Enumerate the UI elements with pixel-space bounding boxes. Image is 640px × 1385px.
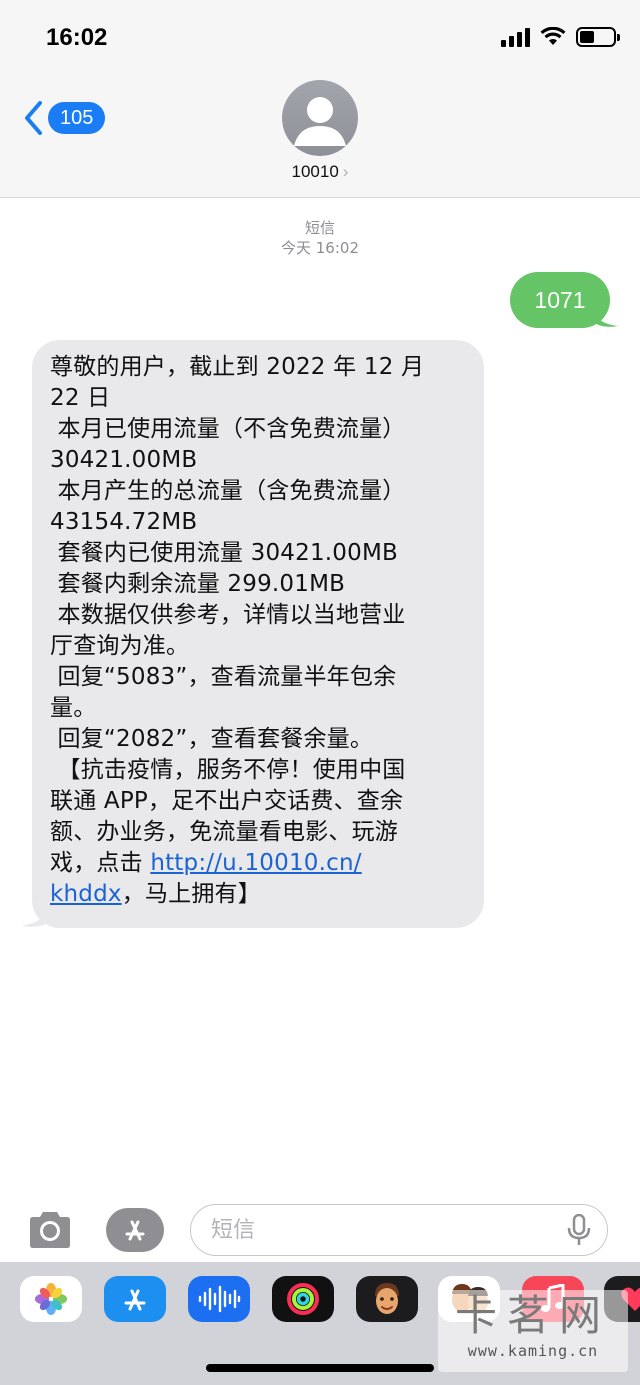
watermark: 卡茗网 www.kaming.cn (438, 1290, 628, 1372)
photos-app-icon[interactable] (20, 1276, 82, 1322)
activity-app-icon[interactable] (272, 1276, 334, 1322)
message-line: 戏，点击 http://u.10010.cn/ (50, 848, 470, 879)
message-line: 联通 APP，足不出户交话费、查余 (50, 788, 404, 814)
message-input[interactable] (190, 1204, 608, 1256)
camera-icon[interactable] (26, 1210, 74, 1250)
message-line: 本月产生的总流量（含免费流量） (50, 478, 406, 504)
message-line: 量。 (50, 695, 97, 721)
incoming-message-bubble[interactable]: 尊敬的用户，截止到 2022 年 12 月 22 日 本月已使用流量（不含免费流… (32, 340, 484, 928)
contact-avatar[interactable] (282, 80, 358, 156)
memoji-app-icon[interactable] (356, 1276, 418, 1322)
unread-count-badge: 105 (48, 102, 106, 134)
conversation-type-label: 短信 (304, 219, 335, 237)
message-line: 回复“2082”，查看套餐余量。 (50, 726, 374, 752)
unicom-app-link[interactable]: http://u.10010.cn/ (150, 850, 361, 876)
contact-name-button[interactable]: 10010 › (0, 162, 640, 182)
message-line: 43154.72MB (50, 509, 198, 535)
message-line: 额、办业务，免流量看电影、玩游 (50, 819, 398, 845)
conversation-timestamp: 今天 16:02 (281, 239, 359, 257)
message-line: 本数据仅供参考，详情以当地营业 (50, 602, 406, 628)
message-line: 22 日 (50, 385, 111, 411)
message-line: 【抗击疫情，服务不停！使用中国 (50, 757, 406, 783)
app-store-glyph-icon (124, 1289, 146, 1311)
message-line: khddx，马上拥有】 (50, 879, 470, 910)
outgoing-message-text: 1071 (534, 286, 586, 313)
photos-icon (35, 1283, 67, 1315)
outgoing-bubble-tail (592, 306, 618, 327)
chevron-left-icon (25, 101, 42, 135)
message-line: 套餐内剩余流量 299.01MB (50, 571, 346, 597)
wifi-icon (540, 27, 566, 45)
waveform-icon (198, 1285, 241, 1313)
app-store-button[interactable] (106, 1208, 164, 1252)
cellular-signal-icon (501, 27, 530, 47)
audio-message-app-icon[interactable] (188, 1276, 250, 1322)
memoji-face-icon (375, 1283, 399, 1314)
message-text: ，马上拥有】 (121, 881, 261, 907)
chevron-right-icon: › (342, 162, 349, 181)
battery-icon (576, 27, 620, 47)
message-line: 本月已使用流量（不含免费流量） (50, 416, 406, 442)
app-store-app-icon[interactable] (104, 1276, 166, 1322)
watermark-url: www.kaming.cn (467, 1342, 599, 1360)
navigation-header: 16:02 105 10010 › (0, 0, 640, 198)
message-line: 厅查询为准。 (50, 633, 190, 659)
microphone-icon[interactable] (566, 1214, 592, 1246)
status-icons (501, 27, 620, 47)
message-line: 套餐内已使用流量 30421.00MB (50, 540, 398, 566)
message-text: 戏，点击 (50, 850, 151, 876)
activity-rings-icon (287, 1283, 319, 1315)
message-line: 回复“5083”，查看流量半年包余 (50, 664, 397, 690)
message-line: 尊敬的用户，截止到 2022 年 12 月 (50, 354, 425, 380)
person-icon (294, 97, 346, 146)
status-time: 16:02 (46, 24, 108, 51)
unicom-app-link-continued[interactable]: khddx (50, 881, 122, 907)
back-button[interactable]: 105 (22, 100, 106, 136)
home-indicator[interactable] (206, 1364, 434, 1372)
watermark-title: 卡茗网 (454, 1291, 611, 1340)
message-line: 30421.00MB (50, 447, 198, 473)
contact-name: 10010 (291, 162, 339, 181)
app-store-icon (125, 1220, 145, 1241)
